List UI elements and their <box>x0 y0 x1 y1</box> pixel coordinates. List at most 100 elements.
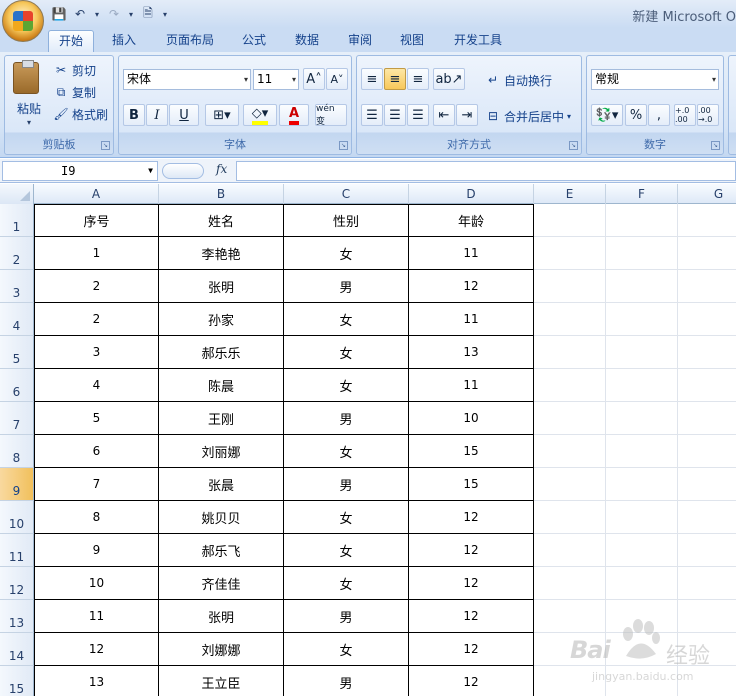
table-cell[interactable]: 12 <box>409 270 534 303</box>
row-header-3[interactable]: 3 <box>0 270 34 303</box>
row-header-15[interactable]: 15 <box>0 666 34 696</box>
format-painter-button[interactable]: 🖌 格式刷 <box>53 104 108 124</box>
row-header-8[interactable]: 8 <box>0 435 34 468</box>
row-header-1[interactable]: 1 <box>0 204 34 237</box>
table-cell[interactable]: 男 <box>284 468 409 501</box>
formula-splitter-handle[interactable] <box>162 163 204 179</box>
table-cell[interactable]: 女 <box>284 369 409 402</box>
table-cell[interactable]: 女 <box>284 633 409 666</box>
table-cell[interactable]: 3 <box>34 336 159 369</box>
percent-button[interactable]: % <box>625 104 647 126</box>
grow-font-button[interactable]: A˄ <box>303 68 325 90</box>
shrink-font-button[interactable]: A˅ <box>326 68 348 90</box>
italic-button[interactable]: I <box>146 104 168 126</box>
table-cell[interactable]: 12 <box>409 633 534 666</box>
row-header-14[interactable]: 14 <box>0 633 34 666</box>
table-cell[interactable]: 王立臣 <box>159 666 284 696</box>
decrease-decimal-button[interactable]: .00 →.0 <box>697 104 719 126</box>
table-cell[interactable]: 孙家 <box>159 303 284 336</box>
row-header-13[interactable]: 13 <box>0 600 34 633</box>
tab-formulas[interactable]: 公式 <box>232 30 276 52</box>
undo-icon[interactable]: ↶ <box>71 5 89 23</box>
table-cell[interactable]: 5 <box>34 402 159 435</box>
fill-color-button[interactable]: ◇▾ <box>243 104 277 126</box>
table-cell[interactable]: 15 <box>409 468 534 501</box>
redo-dropdown-icon[interactable]: ▾ <box>126 5 136 23</box>
row-header-5[interactable]: 5 <box>0 336 34 369</box>
clipboard-launcher-icon[interactable]: ↘ <box>101 141 110 150</box>
row-header-7[interactable]: 7 <box>0 402 34 435</box>
table-header-cell[interactable]: 年龄 <box>409 204 534 237</box>
table-cell[interactable]: 10 <box>409 402 534 435</box>
table-cell[interactable]: 男 <box>284 402 409 435</box>
table-cell[interactable]: 齐佳佳 <box>159 567 284 600</box>
number-launcher-icon[interactable]: ↘ <box>711 141 720 150</box>
office-button[interactable] <box>2 0 44 42</box>
column-header-c[interactable]: C <box>284 184 409 204</box>
table-cell[interactable]: 11 <box>409 369 534 402</box>
table-cell[interactable]: 2 <box>34 270 159 303</box>
font-name-combo[interactable]: 宋体 ▾ <box>123 69 251 90</box>
table-cell[interactable]: 张明 <box>159 600 284 633</box>
align-right-button[interactable]: ☰ <box>407 104 429 126</box>
row-header-4[interactable]: 4 <box>0 303 34 336</box>
customize-qat-icon[interactable]: ▾ <box>160 5 170 23</box>
table-cell[interactable]: 12 <box>409 600 534 633</box>
table-cell[interactable]: 13 <box>34 666 159 696</box>
table-cell[interactable]: 2 <box>34 303 159 336</box>
merge-center-button[interactable]: ⊟ 合并后居中 ▾ <box>485 106 571 126</box>
font-launcher-icon[interactable]: ↘ <box>339 141 348 150</box>
align-left-button[interactable]: ☰ <box>361 104 383 126</box>
tab-insert[interactable]: 插入 <box>102 30 146 52</box>
table-cell[interactable]: 郝乐乐 <box>159 336 284 369</box>
table-cell[interactable]: 女 <box>284 435 409 468</box>
align-center-button[interactable]: ☰ <box>384 104 406 126</box>
column-header-e[interactable]: E <box>534 184 606 204</box>
table-cell[interactable]: 11 <box>409 303 534 336</box>
paste-button[interactable]: 粘贴 ▾ <box>5 56 49 136</box>
column-header-f[interactable]: F <box>606 184 678 204</box>
wrap-text-button[interactable]: ↵ 自动换行 <box>485 70 552 90</box>
align-top-button[interactable]: ≡ <box>361 68 383 90</box>
table-cell[interactable]: 9 <box>34 534 159 567</box>
table-header-cell[interactable]: 性别 <box>284 204 409 237</box>
column-header-b[interactable]: B <box>159 184 284 204</box>
table-cell[interactable]: 7 <box>34 468 159 501</box>
align-middle-button[interactable]: ≡ <box>384 68 406 90</box>
font-size-combo[interactable]: 11 ▾ <box>253 69 299 90</box>
row-header-12[interactable]: 12 <box>0 567 34 600</box>
number-format-combo[interactable]: 常规 ▾ <box>591 69 719 90</box>
alignment-launcher-icon[interactable]: ↘ <box>569 141 578 150</box>
insert-function-icon[interactable]: fx <box>216 162 227 176</box>
phonetic-button[interactable]: wén 变 <box>315 104 347 127</box>
column-header-d[interactable]: D <box>409 184 534 204</box>
column-header-g[interactable]: G <box>678 184 736 204</box>
tab-data[interactable]: 数据 <box>285 30 329 52</box>
table-cell[interactable]: 陈晨 <box>159 369 284 402</box>
row-header-10[interactable]: 10 <box>0 501 34 534</box>
row-header-9[interactable]: 9 <box>0 468 34 501</box>
row-header-6[interactable]: 6 <box>0 369 34 402</box>
select-all-button[interactable] <box>0 184 34 204</box>
comma-style-button[interactable]: , <box>648 104 670 126</box>
table-cell[interactable]: 姚贝贝 <box>159 501 284 534</box>
table-cell[interactable]: 王刚 <box>159 402 284 435</box>
increase-decimal-button[interactable]: +.0 .00 <box>674 104 696 126</box>
tab-review[interactable]: 审阅 <box>338 30 382 52</box>
table-cell[interactable]: 刘娜娜 <box>159 633 284 666</box>
table-cell[interactable]: 11 <box>34 600 159 633</box>
table-cell[interactable]: 12 <box>409 567 534 600</box>
table-cell[interactable]: 男 <box>284 666 409 696</box>
font-color-button[interactable]: A <box>279 104 309 126</box>
row-header-11[interactable]: 11 <box>0 534 34 567</box>
row-header-2[interactable]: 2 <box>0 237 34 270</box>
table-cell[interactable]: 6 <box>34 435 159 468</box>
underline-button[interactable]: U <box>169 104 199 126</box>
table-cell[interactable]: 12 <box>409 501 534 534</box>
tab-view[interactable]: 视图 <box>390 30 434 52</box>
table-header-cell[interactable]: 姓名 <box>159 204 284 237</box>
table-cell[interactable]: 张晨 <box>159 468 284 501</box>
table-cell[interactable]: 李艳艳 <box>159 237 284 270</box>
tab-developer[interactable]: 开发工具 <box>444 30 512 52</box>
table-cell[interactable]: 郝乐飞 <box>159 534 284 567</box>
